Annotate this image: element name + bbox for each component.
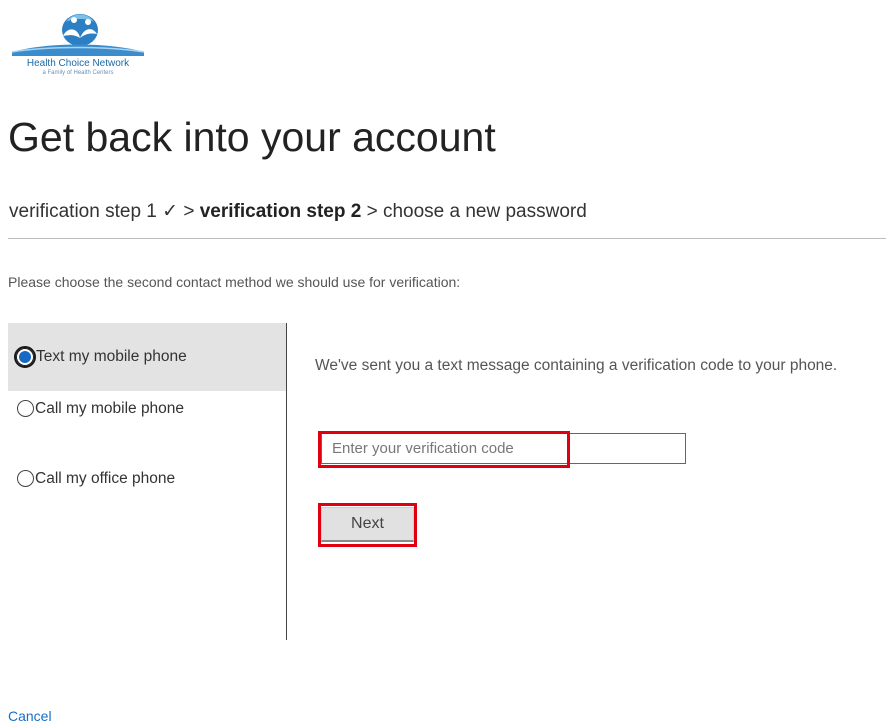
option-text-mobile-phone[interactable]: Text my mobile phone (8, 323, 286, 391)
verification-message: We've sent you a text message containing… (315, 357, 838, 374)
instruction-text: Please choose the second contact method … (8, 274, 461, 290)
step-1-label: verification step 1 ✓ (9, 201, 179, 222)
contact-method-list: Text my mobile phone Call my mobile phon… (8, 323, 287, 640)
page-title: Get back into your account (8, 114, 496, 160)
step-3-label: choose a new password (382, 201, 587, 222)
next-button[interactable]: Next (321, 507, 414, 542)
step-2-label: verification step 2 (199, 201, 362, 222)
logo-name: Health Choice Network (26, 58, 130, 69)
password-reset-page: Health Choice Network a Family of Health… (0, 0, 886, 728)
option-label: Call my office phone (35, 470, 176, 487)
header-divider (8, 238, 886, 239)
option-label: Text my mobile phone (36, 348, 187, 365)
option-label: Call my mobile phone (35, 400, 185, 417)
health-choice-network-logo: Health Choice Network a Family of Health… (8, 8, 148, 90)
logo-tagline: a Family of Health Centers (42, 70, 114, 76)
progress-breadcrumb: verification step 1 ✓ > verification ste… (9, 200, 587, 223)
breadcrumb-separator: > (183, 201, 195, 222)
radio-unselected-icon[interactable] (17, 400, 34, 417)
verification-code-input[interactable] (321, 433, 686, 464)
hands-globe-icon (11, 14, 145, 56)
option-call-office-phone[interactable]: Call my office phone (8, 469, 286, 537)
radio-selected-icon[interactable] (14, 346, 36, 368)
cancel-link[interactable]: Cancel (8, 708, 52, 724)
radio-unselected-icon[interactable] (17, 470, 34, 487)
option-call-mobile-phone[interactable]: Call my mobile phone (8, 399, 286, 467)
breadcrumb-separator: > (366, 201, 378, 222)
